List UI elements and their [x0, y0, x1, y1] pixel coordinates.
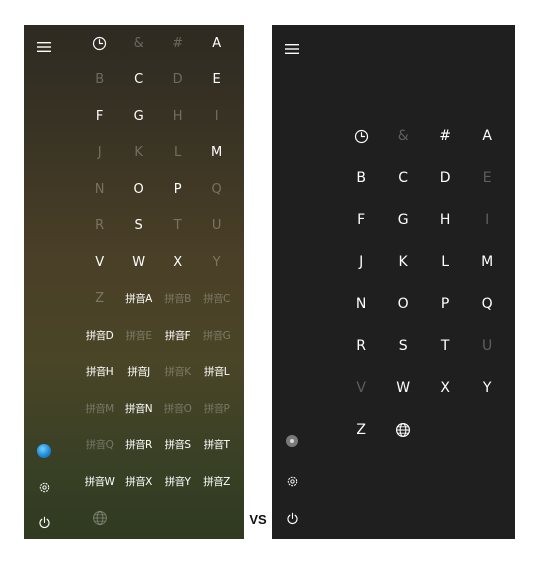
- start-menu-left-panel: & # A B C D E F G H I J K L M N O P Q R S T U V W X Y Z 拼音A 拼音B 拼音C 拼音D…: [24, 25, 244, 539]
- jump-letter-pinyin-l[interactable]: 拼音L: [197, 354, 236, 391]
- jump-letter-pinyin-p: 拼音P: [203, 402, 230, 415]
- power-icon[interactable]: [24, 510, 64, 534]
- jump-letter-l: L: [174, 145, 181, 161]
- jump-letter-d: D: [172, 72, 183, 88]
- jump-letter-c[interactable]: C: [382, 157, 424, 199]
- jump-letter-x[interactable]: X: [424, 367, 466, 409]
- jump-letter-ampersand: &: [133, 35, 144, 51]
- jump-letter-pinyin-t[interactable]: 拼音T: [197, 427, 236, 464]
- jump-letter-m[interactable]: M: [197, 135, 236, 172]
- jump-letter-o[interactable]: O: [119, 171, 158, 208]
- jump-letter-v[interactable]: V: [80, 244, 119, 281]
- jump-letter-pinyin-d[interactable]: 拼音D: [80, 317, 119, 354]
- jump-letter-n: N: [94, 181, 105, 197]
- jump-letter-hash: #: [172, 35, 183, 51]
- jump-letter-pinyin-w[interactable]: 拼音W: [80, 463, 119, 500]
- jump-letter-u: U: [482, 338, 492, 354]
- jump-letter-g[interactable]: G: [119, 98, 158, 135]
- jump-letter-a[interactable]: A: [466, 115, 508, 157]
- jump-letter-pinyin-j[interactable]: 拼音J: [119, 354, 158, 391]
- jump-letter-pinyin-z[interactable]: 拼音Z: [197, 463, 236, 500]
- jump-letter-s[interactable]: S: [119, 208, 158, 245]
- jump-letter-t: T: [173, 218, 182, 234]
- jump-letter-w[interactable]: W: [382, 367, 424, 409]
- jump-letter-g[interactable]: G: [382, 199, 424, 241]
- left-rail: [24, 25, 64, 539]
- start-menu-right-panel: & # A B C D E F G H I J K L M N O P Q R S T U V W X Y Z: [272, 25, 515, 539]
- clock-icon[interactable]: [340, 115, 382, 157]
- jump-letter-pinyin-a[interactable]: 拼音A: [119, 281, 158, 318]
- globe-icon[interactable]: [382, 409, 424, 451]
- letter-grid: & # A B C D E F G H I J K L M N O P Q R S T U V W X Y Z: [340, 115, 508, 451]
- jump-letter-m[interactable]: M: [466, 241, 508, 283]
- jump-letter-i: I: [485, 212, 489, 228]
- jump-letter-e: E: [482, 170, 492, 186]
- jump-letter-z[interactable]: Z: [340, 409, 382, 451]
- jump-letter-a[interactable]: A: [197, 25, 236, 62]
- jump-letter-p[interactable]: P: [424, 283, 466, 325]
- jump-letter-d[interactable]: D: [424, 157, 466, 199]
- jump-letter-x[interactable]: X: [158, 244, 197, 281]
- jump-letter-pinyin-y[interactable]: 拼音Y: [158, 463, 197, 500]
- jump-letter-ampersand: &: [397, 128, 409, 144]
- jump-letter-u: U: [211, 218, 222, 234]
- left-hamburger-icon[interactable]: [24, 35, 64, 59]
- letter-grid: & # A B C D E F G H I J K L M N O P Q R S T U V W X Y Z 拼音A 拼音B 拼音C 拼音D…: [80, 25, 236, 536]
- right-hamburger-icon[interactable]: [272, 37, 312, 61]
- gear-icon[interactable]: [24, 475, 64, 499]
- jump-letter-t[interactable]: T: [424, 325, 466, 367]
- clock-icon[interactable]: [80, 25, 119, 62]
- jump-letter-w[interactable]: W: [119, 244, 158, 281]
- jump-letter-pinyin-x[interactable]: 拼音X: [119, 463, 158, 500]
- jump-letter-pinyin-e: 拼音E: [125, 329, 152, 342]
- jump-letter-k: K: [134, 145, 143, 161]
- jump-letter-pinyin-c: 拼音C: [203, 293, 230, 306]
- jump-letter-h: H: [172, 108, 183, 124]
- jump-letter-pinyin-n[interactable]: 拼音N: [119, 390, 158, 427]
- jump-letter-z: Z: [95, 291, 104, 307]
- app-icon[interactable]: [24, 439, 64, 463]
- jump-letter-y: Y: [212, 254, 221, 270]
- jump-letter-j: J: [97, 145, 102, 161]
- jump-letter-q[interactable]: Q: [466, 283, 508, 325]
- jump-letter-pinyin-b: 拼音B: [164, 293, 191, 306]
- jump-letter-v: V: [356, 380, 366, 396]
- jump-letter-o[interactable]: O: [382, 283, 424, 325]
- jump-letter-pinyin-r[interactable]: 拼音R: [119, 427, 158, 464]
- jump-letter-b[interactable]: B: [340, 157, 382, 199]
- right-rail: [272, 25, 312, 539]
- jump-letter-f[interactable]: F: [80, 98, 119, 135]
- jump-letter-hash[interactable]: #: [424, 115, 466, 157]
- power-icon[interactable]: [272, 506, 312, 530]
- jump-letter-c[interactable]: C: [119, 62, 158, 99]
- jump-letter-r: R: [95, 218, 104, 234]
- avatar-icon[interactable]: [272, 429, 312, 453]
- jump-letter-i: I: [214, 108, 219, 124]
- gear-icon[interactable]: [272, 469, 312, 493]
- jump-letter-pinyin-o: 拼音O: [163, 402, 192, 415]
- jump-letter-pinyin-h[interactable]: 拼音H: [80, 354, 119, 391]
- jump-letter-q: Q: [211, 181, 222, 197]
- jump-letter-j[interactable]: J: [340, 241, 382, 283]
- jump-letter-b: B: [95, 72, 104, 88]
- jump-letter-pinyin-m: 拼音M: [85, 402, 114, 415]
- jump-letter-k[interactable]: K: [382, 241, 424, 283]
- jump-letter-s[interactable]: S: [382, 325, 424, 367]
- jump-letter-h[interactable]: H: [424, 199, 466, 241]
- jump-letter-pinyin-q: 拼音Q: [85, 439, 114, 452]
- jump-letter-f[interactable]: F: [340, 199, 382, 241]
- jump-letter-r[interactable]: R: [340, 325, 382, 367]
- jump-letter-n[interactable]: N: [340, 283, 382, 325]
- jump-letter-pinyin-f[interactable]: 拼音F: [158, 317, 197, 354]
- jump-letter-pinyin-k: 拼音K: [164, 366, 191, 379]
- jump-letter-p[interactable]: P: [158, 171, 197, 208]
- jump-letter-e[interactable]: E: [197, 62, 236, 99]
- jump-letter-pinyin-g: 拼音G: [202, 329, 231, 342]
- jump-letter-pinyin-s[interactable]: 拼音S: [158, 427, 197, 464]
- jump-letter-y[interactable]: Y: [466, 367, 508, 409]
- globe-icon: [80, 500, 119, 537]
- vs-label: VS: [249, 512, 267, 527]
- jump-letter-l[interactable]: L: [424, 241, 466, 283]
